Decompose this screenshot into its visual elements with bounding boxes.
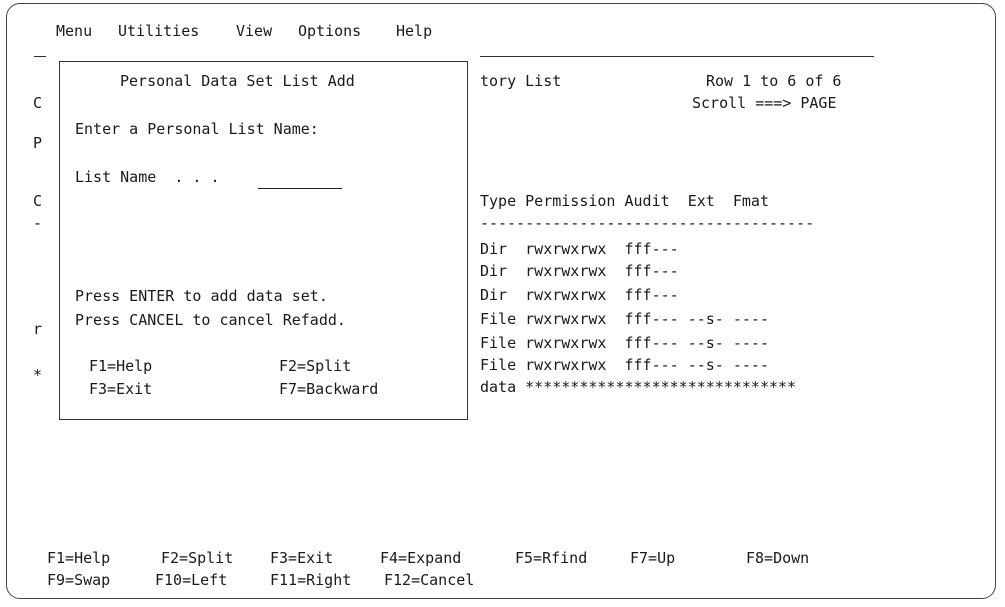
menu-separator-right bbox=[480, 56, 874, 57]
list-item[interactable]: File rwxrwxrwx fff--- --s- ---- bbox=[480, 310, 769, 328]
fkey-f9-swap[interactable]: F9=Swap bbox=[47, 571, 110, 589]
dialog-key-f2-split[interactable]: F2=Split bbox=[279, 357, 351, 375]
fkey-f5-rfind[interactable]: F5=Rfind bbox=[515, 549, 587, 567]
menu-separator-left bbox=[34, 56, 46, 57]
dialog-title: Personal Data Set List Add bbox=[120, 72, 355, 90]
bottom-of-data-marker: data ****************************** bbox=[480, 378, 797, 396]
background-left-char: C bbox=[33, 192, 43, 210]
scroll-field[interactable]: Scroll ===> PAGE bbox=[692, 94, 837, 112]
fkey-f7-up[interactable]: F7=Up bbox=[630, 549, 675, 567]
list-item[interactable]: Dir rwxrwxrwx fff--- bbox=[480, 262, 679, 280]
instruction-cancel: Press CANCEL to cancel Refadd. bbox=[75, 311, 346, 329]
dialog-key-f1-help[interactable]: F1=Help bbox=[89, 357, 152, 375]
list-item[interactable]: File rwxrwxrwx fff--- --s- ---- bbox=[480, 356, 769, 374]
list-name-input[interactable] bbox=[258, 168, 342, 186]
background-left-char: * bbox=[33, 366, 43, 384]
background-left-char: r bbox=[33, 320, 43, 338]
column-header: Type Permission Audit Ext Fmat bbox=[480, 192, 769, 210]
fkey-f12-cancel[interactable]: F12=Cancel bbox=[384, 571, 474, 589]
background-left-char: C bbox=[33, 94, 43, 112]
menu-item-options[interactable]: Options bbox=[298, 22, 361, 40]
list-item[interactable]: Dir rwxrwxrwx fff--- bbox=[480, 240, 679, 258]
list-item[interactable]: File rwxrwxrwx fff--- --s- ---- bbox=[480, 334, 769, 352]
fkey-f3-exit[interactable]: F3=Exit bbox=[270, 549, 333, 567]
fkey-f8-down[interactable]: F8=Down bbox=[746, 549, 809, 567]
dialog-key-f7-backward[interactable]: F7=Backward bbox=[279, 380, 378, 398]
menu-item-menu[interactable]: Menu bbox=[56, 22, 92, 40]
list-name-label: List Name . . . bbox=[75, 168, 220, 186]
dialog-key-f3-exit[interactable]: F3=Exit bbox=[89, 380, 152, 398]
background-left-char: P bbox=[33, 134, 43, 152]
row-info: Row 1 to 6 of 6 bbox=[706, 72, 842, 90]
menu-item-view[interactable]: View bbox=[236, 22, 272, 40]
dialog-prompt: Enter a Personal List Name: bbox=[75, 120, 319, 138]
menu-item-help[interactable]: Help bbox=[396, 22, 432, 40]
fkey-f1-help[interactable]: F1=Help bbox=[47, 549, 110, 567]
list-item[interactable]: Dir rwxrwxrwx fff--- bbox=[480, 286, 679, 304]
fkey-f11-right[interactable]: F11=Right bbox=[270, 571, 351, 589]
panel-title-fragment: tory List bbox=[480, 72, 562, 90]
menu-item-utilities[interactable]: Utilities bbox=[118, 22, 199, 40]
personal-list-add-dialog: Personal Data Set List Add Enter a Perso… bbox=[59, 61, 468, 420]
instruction-enter: Press ENTER to add data set. bbox=[75, 287, 328, 305]
fkey-f4-expand[interactable]: F4=Expand bbox=[380, 549, 461, 567]
column-separator: ------------------------------------- bbox=[480, 214, 815, 232]
list-name-input-underline bbox=[258, 188, 342, 189]
fkey-f10-left[interactable]: F10=Left bbox=[155, 571, 227, 589]
fkey-f2-split[interactable]: F2=Split bbox=[161, 549, 233, 567]
background-left-char: - bbox=[33, 214, 43, 232]
